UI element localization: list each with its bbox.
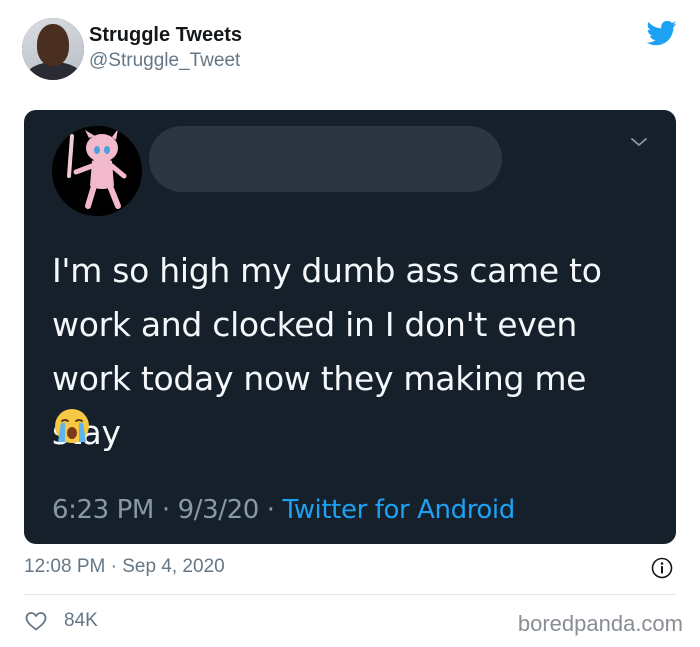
tweet-text-line: work and clocked in I don't even bbox=[52, 305, 578, 344]
redacted-username bbox=[149, 126, 502, 192]
like-count: 84K bbox=[64, 610, 98, 631]
embedded-tweet-source: Twitter for Android bbox=[282, 495, 516, 525]
meta-separator: · bbox=[161, 495, 170, 525]
twitter-bird-icon[interactable] bbox=[645, 18, 679, 48]
embedded-tweet-screenshot: I'm so high my dumb ass came to work and… bbox=[24, 110, 676, 544]
tweet-timestamp[interactable]: 12:08 PM · Sep 4, 2020 bbox=[24, 556, 225, 578]
pink-creature-icon bbox=[52, 126, 142, 216]
embedded-tweet-time: 6:23 PM bbox=[52, 495, 154, 525]
timestamp-separator: · bbox=[110, 556, 117, 577]
author-avatar[interactable] bbox=[22, 18, 84, 80]
divider bbox=[24, 594, 676, 595]
watermark: boredpanda.com bbox=[517, 611, 683, 636]
loudly-crying-face-icon bbox=[55, 409, 89, 443]
embedded-tweet-text: I'm so high my dumb ass came to work and… bbox=[52, 244, 664, 460]
author-handle[interactable]: @Struggle_Tweet bbox=[89, 50, 240, 72]
timestamp-date: Sep 4, 2020 bbox=[122, 556, 225, 577]
chevron-down-icon[interactable] bbox=[627, 130, 651, 154]
author-display-name[interactable]: Struggle Tweets bbox=[89, 24, 242, 47]
meta-separator: · bbox=[266, 495, 275, 525]
embedded-tweet-meta: 6:23 PM · 9/3/20 · Twitter for Android bbox=[52, 495, 515, 525]
heart-icon bbox=[25, 612, 47, 631]
embedded-tweet-date: 9/3/20 bbox=[177, 495, 260, 525]
tweet-text-line: I'm so high my dumb ass came to bbox=[52, 251, 602, 290]
like-button[interactable]: 84K bbox=[24, 608, 98, 634]
tweet-header: Struggle Tweets @Struggle_Tweet bbox=[0, 0, 700, 100]
timestamp-time: 12:08 PM bbox=[24, 556, 106, 577]
tweet-text-line: work today now they making me stay bbox=[52, 359, 587, 452]
embedded-tweet-avatar bbox=[52, 126, 142, 216]
info-icon[interactable] bbox=[651, 557, 673, 579]
